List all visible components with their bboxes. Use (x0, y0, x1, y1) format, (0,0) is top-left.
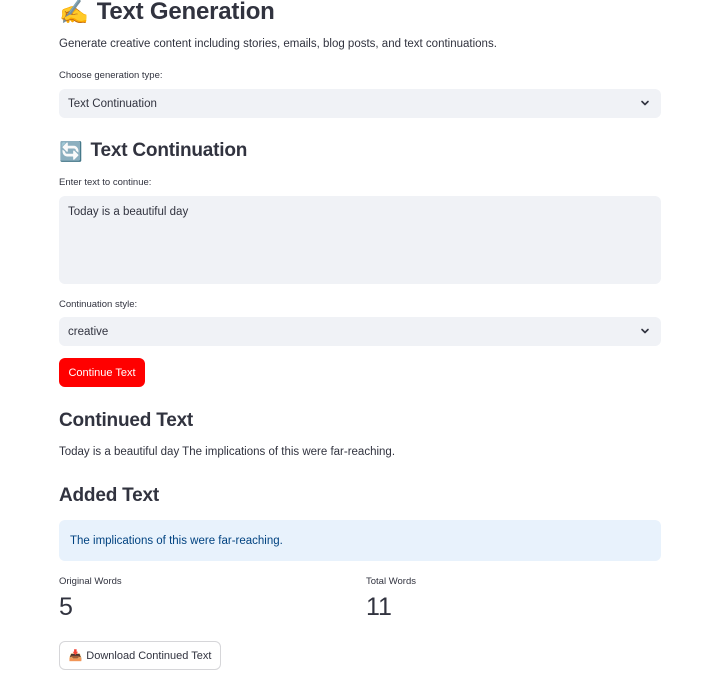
generation-type-label: Choose generation type: (59, 70, 163, 81)
continuation-style-select[interactable]: creative (59, 317, 661, 346)
original-words-label: Original Words (59, 576, 122, 587)
page-title-text: Text Generation (96, 0, 275, 25)
continue-text-button[interactable]: Continue Text (59, 358, 145, 387)
page-title: ✍️ Text Generation (59, 0, 275, 30)
continued-text-title: Continued Text (59, 410, 194, 431)
input-text-label: Enter text to continue: (59, 177, 152, 188)
refresh-icon: 🔄 (59, 140, 83, 163)
download-continued-text-button[interactable]: 📥 Download Continued Text (59, 641, 221, 670)
continued-text-output: Today is a beautiful day The implication… (59, 446, 396, 458)
chevron-down-icon (641, 100, 649, 106)
generation-type-value: Text Continuation (68, 97, 157, 110)
section-title-text: Text Continuation (90, 140, 248, 161)
total-words-label: Total Words (366, 576, 416, 587)
page-description: Generate creative content including stor… (59, 38, 497, 50)
chevron-down-icon (641, 328, 649, 334)
added-text-title: Added Text (59, 485, 160, 506)
writing-hand-icon: ✍️ (59, 0, 89, 26)
download-button-label: Download Continued Text (86, 649, 212, 662)
section-title: 🔄 Text Continuation (59, 137, 247, 165)
continuation-style-value: creative (68, 325, 109, 338)
original-words-value: 5 (59, 593, 73, 621)
total-words-value: 11 (366, 593, 392, 621)
generation-type-select[interactable]: Text Continuation (59, 89, 661, 118)
added-text-output: The implications of this were far-reachi… (70, 534, 283, 547)
continuation-style-label: Continuation style: (59, 299, 138, 310)
added-text-info-box: The implications of this were far-reachi… (59, 520, 661, 561)
input-text-area[interactable]: Today is a beautiful day (59, 196, 661, 284)
inbox-tray-icon: 📥 (68, 649, 83, 662)
